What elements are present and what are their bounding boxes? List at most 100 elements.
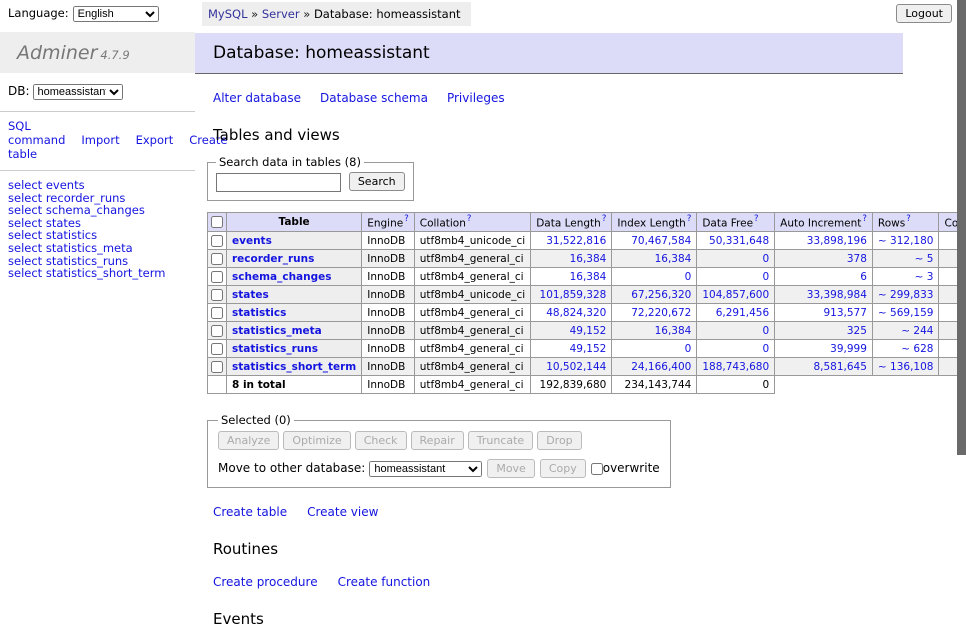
create-procedure-link[interactable]: Create procedure — [213, 575, 318, 589]
col-header-label: Collation — [420, 217, 466, 229]
brand-version: 4.7.9 — [100, 48, 129, 62]
create-view-link[interactable]: Create view — [307, 505, 378, 519]
table-link-statistics-meta[interactable]: statistics_meta — [232, 325, 322, 337]
table-link-events[interactable]: events — [232, 235, 272, 247]
tables-table: TableEngine?Collation?Data Length?Index … — [207, 212, 966, 395]
truncate-button[interactable]: Truncate — [468, 431, 533, 450]
select-all-checkbox[interactable] — [211, 216, 223, 228]
row-checkbox[interactable] — [211, 307, 223, 319]
collation-cell: utf8mb4_unicode_ci — [414, 232, 530, 250]
engine-cell: InnoDB — [362, 268, 415, 286]
help-link[interactable]: ? — [687, 214, 692, 224]
overwrite-checkbox[interactable] — [591, 463, 603, 475]
logout-button[interactable]: Logout — [896, 4, 952, 23]
help-link[interactable]: ? — [404, 214, 409, 224]
row-checkbox[interactable] — [211, 253, 223, 265]
data-free-cell: 188,743,680 — [697, 358, 775, 376]
tables-heading: Tables and views — [213, 126, 966, 144]
sidebar-link-select-statistics-short-term[interactable]: select statistics_short_term — [8, 266, 165, 280]
help-link[interactable]: ? — [754, 214, 759, 224]
table-link-statistics[interactable]: statistics — [232, 307, 286, 319]
row-checkbox[interactable] — [211, 361, 223, 373]
optimize-button[interactable]: Optimize — [283, 431, 350, 450]
index-length-cell: 16,384 — [612, 322, 697, 340]
breadcrumb-separator: » — [248, 7, 262, 21]
language-select[interactable]: English — [73, 6, 159, 22]
move-row: Move to other database:homeassistantMove… — [218, 459, 660, 478]
drop-button[interactable]: Drop — [537, 431, 581, 450]
action-link-privileges[interactable]: Privileges — [447, 91, 505, 105]
engine-cell: InnoDB — [362, 286, 415, 304]
index-length-cell: 67,256,320 — [612, 286, 697, 304]
help-link[interactable]: ? — [602, 214, 607, 224]
db-select[interactable]: homeassistant — [33, 84, 123, 100]
col-header-label: Auto Increment — [780, 217, 861, 229]
row-checkbox[interactable] — [211, 343, 223, 355]
data-length-cell: 48,824,320 — [531, 304, 612, 322]
breadcrumb-link-mysql[interactable]: MySQL — [208, 7, 248, 21]
move-db-select[interactable]: homeassistant — [369, 461, 482, 477]
data-length-cell: 10,502,144 — [531, 358, 612, 376]
sidebar-link-import[interactable]: Import — [81, 133, 119, 147]
collation-cell: utf8mb4_general_ci — [414, 304, 530, 322]
row-checkbox[interactable] — [211, 271, 223, 283]
row-check-cell — [208, 358, 227, 376]
help-marker: ? — [862, 214, 867, 224]
table-link-statistics-runs[interactable]: statistics_runs — [232, 343, 318, 355]
search-button[interactable]: Search — [349, 172, 405, 191]
repair-button[interactable]: Repair — [411, 431, 464, 450]
auto-increment-cell: 6 — [775, 268, 873, 286]
check-button[interactable]: Check — [355, 431, 407, 450]
move-button[interactable]: Move — [487, 459, 535, 478]
engine-cell: InnoDB — [362, 340, 415, 358]
sidebar-link-sql-command[interactable]: SQL command — [8, 119, 65, 147]
breadcrumb-current: Database: homeassistant — [314, 7, 461, 21]
rows-cell: ~ 312,180 — [872, 232, 939, 250]
col-header-label: Data Length — [536, 217, 601, 229]
db-selector-row: DB:homeassistant — [0, 73, 195, 112]
table-link-schema-changes[interactable]: schema_changes — [232, 271, 332, 283]
analyze-button[interactable]: Analyze — [218, 431, 279, 450]
search-input[interactable] — [216, 173, 341, 192]
create-function-link[interactable]: Create function — [338, 575, 431, 589]
db-action-links: Alter database Database schema Privileges — [213, 91, 966, 105]
copy-button[interactable]: Copy — [540, 459, 586, 478]
total-row: 8 in totalInnoDButf8mb4_general_ci192,83… — [208, 376, 966, 394]
sidebar-link-export[interactable]: Export — [136, 133, 174, 147]
help-link[interactable]: ? — [862, 214, 867, 224]
table-row: statisticsInnoDButf8mb4_general_ci48,824… — [208, 304, 966, 322]
create-table-link[interactable]: Create table — [213, 505, 287, 519]
table-name-cell: statistics_runs — [227, 340, 362, 358]
row-check-cell — [208, 322, 227, 340]
index-length-cell: 0 — [612, 340, 697, 358]
table-link-recorder-runs[interactable]: recorder_runs — [232, 253, 314, 265]
data-length-cell: 49,152 — [531, 340, 612, 358]
help-marker: ? — [467, 214, 472, 224]
scrollbar-track[interactable] — [957, 0, 966, 543]
action-link-alter-database[interactable]: Alter database — [213, 91, 301, 105]
help-link[interactable]: ? — [906, 214, 911, 224]
col-header-data-length: Data Length? — [531, 212, 612, 232]
table-link-states[interactable]: states — [232, 289, 269, 301]
action-link-database-schema[interactable]: Database schema — [320, 91, 428, 105]
breadcrumb-link-server[interactable]: Server — [262, 7, 300, 21]
help-link[interactable]: ? — [467, 214, 472, 224]
table-row: statistics_short_termInnoDButf8mb4_gener… — [208, 358, 966, 376]
table-link-statistics-short-term[interactable]: statistics_short_term — [232, 361, 356, 373]
row-check-cell — [208, 286, 227, 304]
index-length-cell: 72,220,672 — [612, 304, 697, 322]
scrollbar-thumb[interactable] — [957, 0, 966, 455]
data-free-cell: 0 — [697, 322, 775, 340]
row-checkbox[interactable] — [211, 235, 223, 247]
rows-cell: ~ 3 — [872, 268, 939, 286]
col-header-data-free: Data Free? — [697, 212, 775, 232]
table-row: statesInnoDButf8mb4_unicode_ci101,859,32… — [208, 286, 966, 304]
sidebar: Language:English Adminer4.7.9 DB:homeass… — [0, 0, 195, 280]
data-free-cell: 6,291,456 — [697, 304, 775, 322]
collation-cell: utf8mb4_general_ci — [414, 358, 530, 376]
help-marker: ? — [602, 214, 607, 224]
total-data-free-cell: 0 — [697, 376, 775, 394]
index-length-cell: 0 — [612, 268, 697, 286]
row-checkbox[interactable] — [211, 325, 223, 337]
row-checkbox[interactable] — [211, 289, 223, 301]
